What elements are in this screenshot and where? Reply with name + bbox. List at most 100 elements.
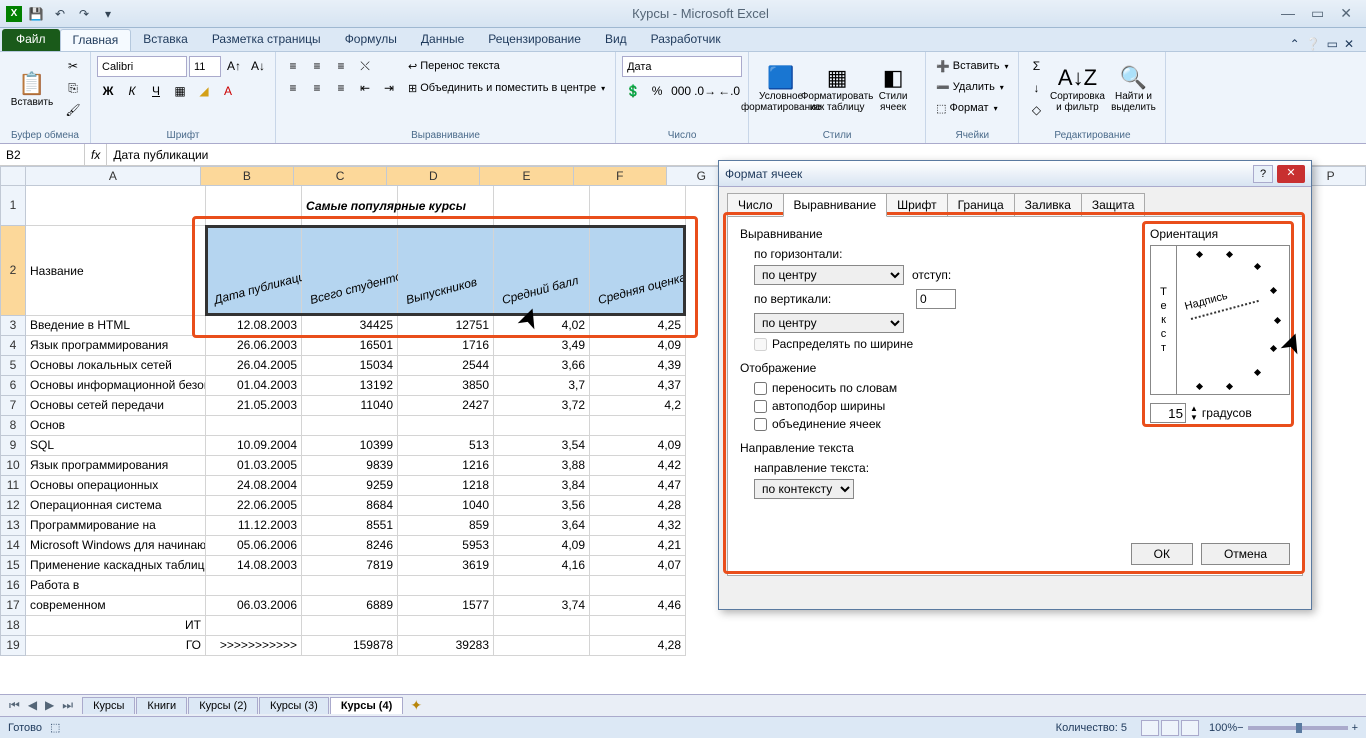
orientation-dial[interactable]: Надпись [1177,246,1289,394]
cell[interactable]: 3,74 [494,596,590,616]
find-select-button[interactable]: 🔍Найти и выделить [1107,56,1159,122]
row-header[interactable]: 1 [0,186,26,226]
cell[interactable]: 4,28 [590,636,686,656]
font-size-select[interactable] [189,56,221,77]
decrease-font-icon[interactable]: A↓ [247,56,269,76]
sheet-tab[interactable]: Курсы (3) [259,697,329,714]
cell[interactable] [206,416,302,436]
help-icon[interactable]: ❔ [1306,37,1321,51]
italic-icon[interactable]: К [121,81,143,101]
orientation-icon[interactable]: ⤬ [354,56,376,76]
cell[interactable] [590,186,686,226]
qat-customize-icon[interactable]: ▾ [98,4,118,24]
cell[interactable]: 4,2 [590,396,686,416]
cell[interactable] [494,186,590,226]
cell[interactable]: 4,09 [590,436,686,456]
cell[interactable] [302,576,398,596]
cell[interactable]: 01.04.2003 [206,376,302,396]
cell[interactable]: 4,37 [590,376,686,396]
cell[interactable] [26,186,206,226]
cell[interactable]: Самые популярные курсы [302,186,398,226]
sort-filter-button[interactable]: A↓ZСортировка и фильтр [1051,56,1103,122]
redo-icon[interactable]: ↷ [74,4,94,24]
increase-decimal-icon[interactable]: .0→ [694,81,716,101]
cell[interactable]: Операционная система [26,496,206,516]
align-center-icon[interactable]: ≡ [306,78,328,98]
cell[interactable]: 4,09 [494,536,590,556]
decrease-indent-icon[interactable]: ⇤ [354,78,376,98]
percent-icon[interactable]: % [646,81,668,101]
cell[interactable] [398,576,494,596]
cell[interactable]: Средний балл [494,226,590,316]
cell[interactable]: 06.03.2006 [206,596,302,616]
cell[interactable]: Работа в [26,576,206,596]
cancel-button[interactable]: Отмена [1201,543,1290,565]
cell[interactable]: Основы операционных [26,476,206,496]
cell[interactable]: 12.08.2003 [206,316,302,336]
increase-font-icon[interactable]: A↑ [223,56,245,76]
bold-icon[interactable]: Ж [97,81,119,101]
cell[interactable]: 513 [398,436,494,456]
tab-review[interactable]: Рецензирование [476,29,593,51]
cell[interactable]: 8684 [302,496,398,516]
cell[interactable]: 3,72 [494,396,590,416]
cell[interactable]: 3,84 [494,476,590,496]
close-icon[interactable]: ✕ [1336,5,1356,22]
increase-indent-icon[interactable]: ⇥ [378,78,400,98]
tab-prev-icon[interactable]: ◀ [25,698,40,713]
deg-down-icon[interactable]: ▼ [1190,413,1198,422]
cell[interactable]: 159878 [302,636,398,656]
cell[interactable]: Основ [26,416,206,436]
cell[interactable]: 3,64 [494,516,590,536]
format-as-table-button[interactable]: ▦Форматировать как таблицу [811,56,863,122]
cell[interactable]: 4,47 [590,476,686,496]
undo-icon[interactable]: ↶ [50,4,70,24]
align-top-icon[interactable]: ≡ [282,56,304,76]
align-bottom-icon[interactable]: ≡ [330,56,352,76]
cell[interactable]: 12751 [398,316,494,336]
cell[interactable]: 4,02 [494,316,590,336]
cell[interactable]: SQL [26,436,206,456]
column-header[interactable]: B [201,166,294,186]
cell[interactable]: 1218 [398,476,494,496]
cell[interactable]: Программирование на [26,516,206,536]
row-header[interactable]: 15 [0,556,26,576]
border-icon[interactable]: ▦ [169,81,191,101]
comma-icon[interactable]: 000 [670,81,692,101]
cell[interactable]: 4,28 [590,496,686,516]
cell[interactable]: 34425 [302,316,398,336]
cell[interactable]: Дата публикации [206,226,302,316]
cell[interactable]: Microsoft Windows для начинающего [26,536,206,556]
zoom-in-icon[interactable]: + [1352,722,1358,734]
tab-insert[interactable]: Вставка [131,29,200,51]
cell[interactable]: Всего студентов [302,226,398,316]
restore-icon[interactable]: ▭ [1307,5,1328,22]
cell[interactable]: 3,56 [494,496,590,516]
cut-icon[interactable]: ✂ [62,56,84,76]
font-name-select[interactable] [97,56,187,77]
decrease-decimal-icon[interactable]: ←.0 [718,81,740,101]
row-header[interactable]: 3 [0,316,26,336]
cell[interactable]: 3,88 [494,456,590,476]
currency-icon[interactable]: 💲 [622,81,644,101]
dialog-tab-border[interactable]: Граница [947,193,1015,217]
doc-restore-icon[interactable]: ▭ [1327,37,1338,51]
cell[interactable]: Выпускников [398,226,494,316]
cell[interactable]: 4,16 [494,556,590,576]
cell[interactable]: 3,7 [494,376,590,396]
cell[interactable] [302,616,398,636]
tab-formulas[interactable]: Формулы [333,29,409,51]
cell[interactable]: 3,49 [494,336,590,356]
cell[interactable]: 13192 [302,376,398,396]
cell[interactable]: Основы сетей передачи [26,396,206,416]
cell[interactable]: 4,25 [590,316,686,336]
tab-home[interactable]: Главная [60,29,132,51]
tab-first-icon[interactable]: ⏮ [6,698,23,713]
cell[interactable]: 8551 [302,516,398,536]
fx-icon[interactable]: fx [91,148,100,162]
cell[interactable]: 14.08.2003 [206,556,302,576]
wrap-text-button[interactable]: ↩Перенос текста [404,56,609,76]
cell[interactable] [494,416,590,436]
row-header[interactable]: 5 [0,356,26,376]
format-painter-icon[interactable]: 🖌 [62,100,84,120]
